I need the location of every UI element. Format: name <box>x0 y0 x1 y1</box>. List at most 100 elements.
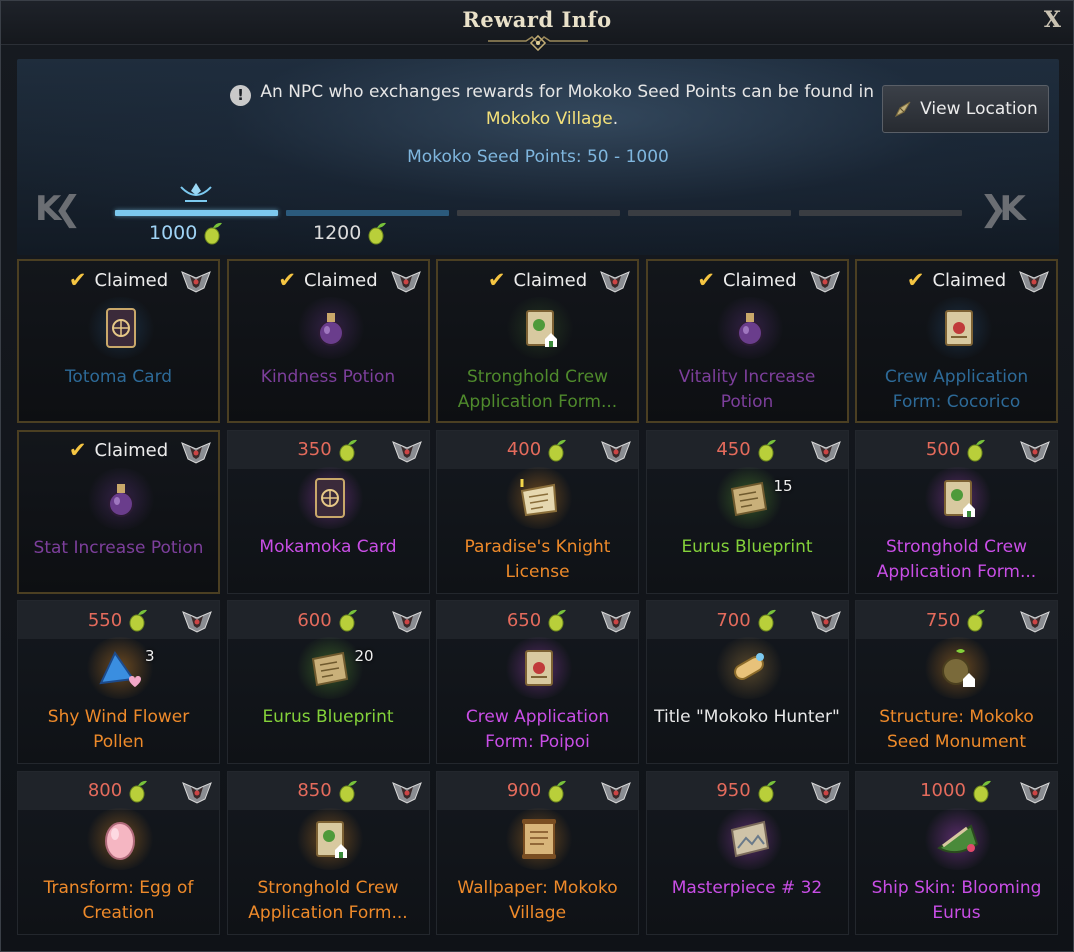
reward-card[interactable]: 700 Title "Mokoko Hunter" <box>645 600 849 764</box>
reward-info-window: Reward Info X ! An NPC who exchanges rew… <box>0 0 1074 952</box>
claimed-label: Claimed <box>303 269 378 291</box>
reward-item-name: Transform: Egg of Creation <box>43 877 194 923</box>
item-quantity: 20 <box>354 647 374 665</box>
cost-value: 400 <box>506 439 542 460</box>
cost-value: 500 <box>925 439 961 460</box>
reward-emblem-icon <box>810 781 841 804</box>
scroll-icon <box>945 310 973 346</box>
checkmark-icon: ✔ <box>487 267 506 292</box>
blueprint-icon <box>311 651 348 687</box>
claimed-label: Claimed <box>722 269 797 291</box>
tier-label-1200[interactable]: 1200 <box>313 221 388 245</box>
reward-item-name: Wallpaper: Mokoko Village <box>457 877 618 923</box>
reward-card[interactable]: 1000 Ship Skin: Blooming Eurus <box>855 770 1058 935</box>
required-seed-points: 700 <box>716 608 777 632</box>
required-seed-points: 450 <box>716 438 777 462</box>
reward-card[interactable]: 850 Stronghold Crew Application Form... <box>226 770 430 935</box>
reward-emblem-icon <box>391 440 422 463</box>
window-title: Reward Info <box>462 7 612 32</box>
tier-label-1000[interactable]: 1000 <box>149 221 224 245</box>
claimed-status: ✔ Claimed <box>906 267 1006 292</box>
required-seed-points: 400 <box>507 438 568 462</box>
title-ornament-icon <box>488 34 588 51</box>
checkmark-icon: ✔ <box>697 267 715 292</box>
cost-value: 800 <box>87 780 123 801</box>
reward-emblem-icon <box>601 781 631 804</box>
scroll-house-icon <box>526 310 557 347</box>
reward-emblem-icon <box>1020 781 1050 804</box>
reward-card[interactable]: ✔ Claimed Kindness Potion <box>226 259 430 423</box>
reward-card[interactable]: ✔ Claimed Totoma Card <box>17 259 220 423</box>
close-button[interactable]: X <box>1044 7 1061 33</box>
required-seed-points: 650 <box>507 608 568 632</box>
checkmark-icon: ✔ <box>68 267 87 292</box>
reward-card[interactable]: ✔ Claimed Crew Application Form: Cocorico <box>855 259 1058 423</box>
mokoko-seed-icon <box>129 609 148 632</box>
reward-card[interactable]: ✔ Claimed Vitality Increase Potion <box>645 259 849 423</box>
notice-text: An NPC who exchanges rewards for Mokoko … <box>260 82 874 102</box>
reward-card[interactable]: 800 Transform: Egg of Creation <box>17 770 220 935</box>
reward-card[interactable]: 600 20 Eurus Blueprint <box>226 600 430 764</box>
npc-notice: ! An NPC who exchanges rewards for Mokok… <box>217 79 887 133</box>
monument-icon <box>942 649 975 687</box>
reward-item-name: Shy Wind Flower Pollen <box>47 707 190 752</box>
cost-value: 850 <box>297 780 332 801</box>
reward-item-name: Ship Skin: Blooming Eurus <box>871 877 1042 923</box>
cost-value: 550 <box>87 609 123 631</box>
reward-item-name: Stronghold Crew Application Form... <box>248 877 408 923</box>
reward-item-name: Stronghold Crew Application Form... <box>876 536 1037 582</box>
scroll-house-icon <box>315 820 347 858</box>
reward-emblem-icon <box>182 781 212 804</box>
item-quantity: 15 <box>773 476 793 495</box>
cost-value: 900 <box>506 780 542 801</box>
reward-card[interactable]: 500 Stronghold Crew Application Form... <box>855 429 1058 594</box>
reward-card[interactable]: 950 Masterpiece # 32 <box>645 770 849 935</box>
view-location-button[interactable]: View Location <box>882 85 1049 133</box>
view-location-label: View Location <box>920 99 1038 119</box>
cost-value: 650 <box>506 609 542 631</box>
checkmark-icon: ✔ <box>906 267 925 292</box>
item-quantity: 3 <box>145 647 155 665</box>
license-icon <box>520 478 558 516</box>
required-seed-points: 350 <box>297 438 358 462</box>
reward-item-name: Stat Increase Potion <box>33 537 204 558</box>
reward-card[interactable]: 650 Crew Application Form: Poipoi <box>436 600 639 764</box>
next-page-button[interactable]: ❯K <box>979 189 1026 229</box>
checkmark-icon: ✔ <box>68 438 87 462</box>
reward-grid: ✔ Claimed Totoma Card ✔ Claimed Kindness Poti… <box>17 259 1059 939</box>
checkmark-icon: ✔ <box>278 267 296 292</box>
previous-page-button[interactable]: K❮ <box>35 189 82 229</box>
reward-card[interactable]: ✔ Claimed Stronghold Crew Application Form… <box>436 259 639 423</box>
mokoko-seed-icon <box>967 439 986 461</box>
required-seed-points: 600 <box>297 608 358 632</box>
reward-emblem-icon <box>1019 271 1049 293</box>
cost-value: 450 <box>716 439 751 460</box>
reward-item-name: Structure: Mokoko Seed Monument <box>879 707 1034 752</box>
progress-segment <box>628 210 791 216</box>
cost-value: 1000 <box>920 780 966 801</box>
reward-card[interactable]: 450 15 Eurus Blueprint <box>645 429 849 594</box>
mokoko-seed-icon <box>973 780 991 802</box>
reward-card[interactable]: 750 Structure: Mokoko Seed Monument <box>855 600 1058 764</box>
claimed-label: Claimed <box>94 269 169 291</box>
reward-card[interactable]: 400 Paradise's Knight License <box>436 429 639 594</box>
mokoko-seed-icon <box>967 609 986 632</box>
mokoko-seed-icon <box>758 439 776 461</box>
reward-card[interactable]: 350 Mokamoka Card <box>226 429 430 594</box>
reward-card[interactable]: 550 3 Shy Wind Flower Pollen <box>17 600 220 764</box>
reward-card[interactable]: ✔ Claimed Stat Increase Potion <box>17 429 220 594</box>
potion-icon <box>108 483 134 517</box>
reward-emblem-icon <box>182 611 212 633</box>
potion-icon <box>317 313 344 346</box>
reward-emblem-icon <box>181 271 211 293</box>
reward-card[interactable]: 900 Wallpaper: Mokoko Village <box>436 770 639 935</box>
mokoko-seed-icon <box>758 780 776 802</box>
notice-end: . <box>612 109 619 129</box>
mokoko-seed-icon <box>204 222 223 245</box>
map-pin-icon <box>895 101 911 118</box>
mokoko-seed-icon <box>339 609 357 632</box>
progress-segment <box>799 210 962 216</box>
reward-emblem-icon <box>600 271 630 293</box>
mokoko-seed-icon <box>548 439 567 461</box>
claimed-status: ✔ Claimed <box>697 267 797 292</box>
